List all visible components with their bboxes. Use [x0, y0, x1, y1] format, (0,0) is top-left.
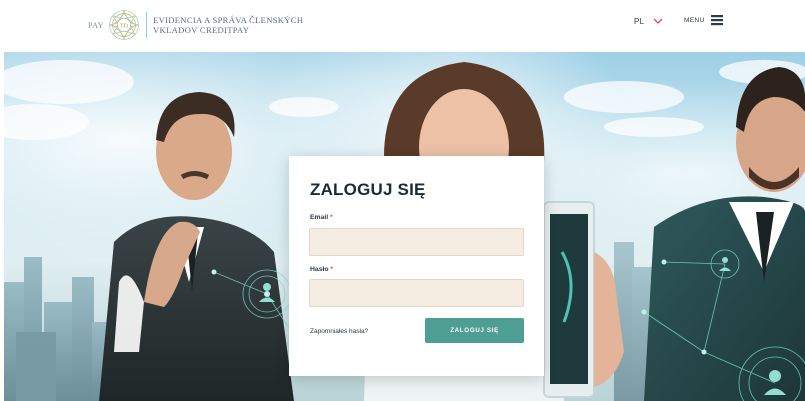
email-field[interactable] — [309, 228, 524, 256]
language-selector[interactable]: PL — [634, 17, 663, 26]
login-card: ZALOGUJ SIĘ Email * Hasło * Zapomniałeś … — [289, 156, 544, 376]
email-required-mark: * — [330, 214, 333, 221]
hamburger-icon — [710, 15, 723, 26]
menu-button[interactable]: MENU — [684, 14, 723, 26]
brand-logo[interactable]: PAY TD EVIDENCIA A SPRÁVA ČLENSKÝCH VKLA… — [88, 6, 303, 44]
password-label-text: Hasło — [310, 266, 329, 273]
brand-divider — [146, 12, 148, 38]
chevron-down-icon — [653, 18, 663, 24]
email-label-text: Email — [310, 214, 329, 221]
person-right — [644, 67, 805, 401]
person-left — [99, 92, 294, 401]
language-code: PL — [634, 17, 645, 26]
brand-line-1: EVIDENCIA A SPRÁVA ČLENSKÝCH — [153, 15, 304, 25]
emblem-text: TD — [120, 23, 129, 29]
menu-label: MENU — [684, 16, 705, 24]
brand-prefix: PAY — [88, 20, 105, 30]
site-header: PAY TD EVIDENCIA A SPRÁVA ČLENSKÝCH VKLA… — [0, 0, 805, 52]
login-submit-button[interactable]: ZALOGUJ SIĘ — [425, 318, 524, 343]
brand-line-2: VKLADOV CREDITPAY — [153, 25, 250, 35]
password-field[interactable] — [309, 279, 524, 307]
forgot-password-link[interactable]: Zapomniałeś hasła? — [310, 328, 368, 335]
tablet-device — [543, 201, 624, 398]
password-required-mark: * — [330, 266, 334, 273]
brand-name: EVIDENCIA A SPRÁVA ČLENSKÝCH VKLADOV CRE… — [153, 15, 303, 35]
pay-td-emblem-icon: TD — [109, 9, 139, 41]
email-label: Email * — [310, 214, 333, 221]
login-title: ZALOGUJ SIĘ — [310, 180, 426, 199]
password-label: Hasło * — [310, 266, 333, 273]
